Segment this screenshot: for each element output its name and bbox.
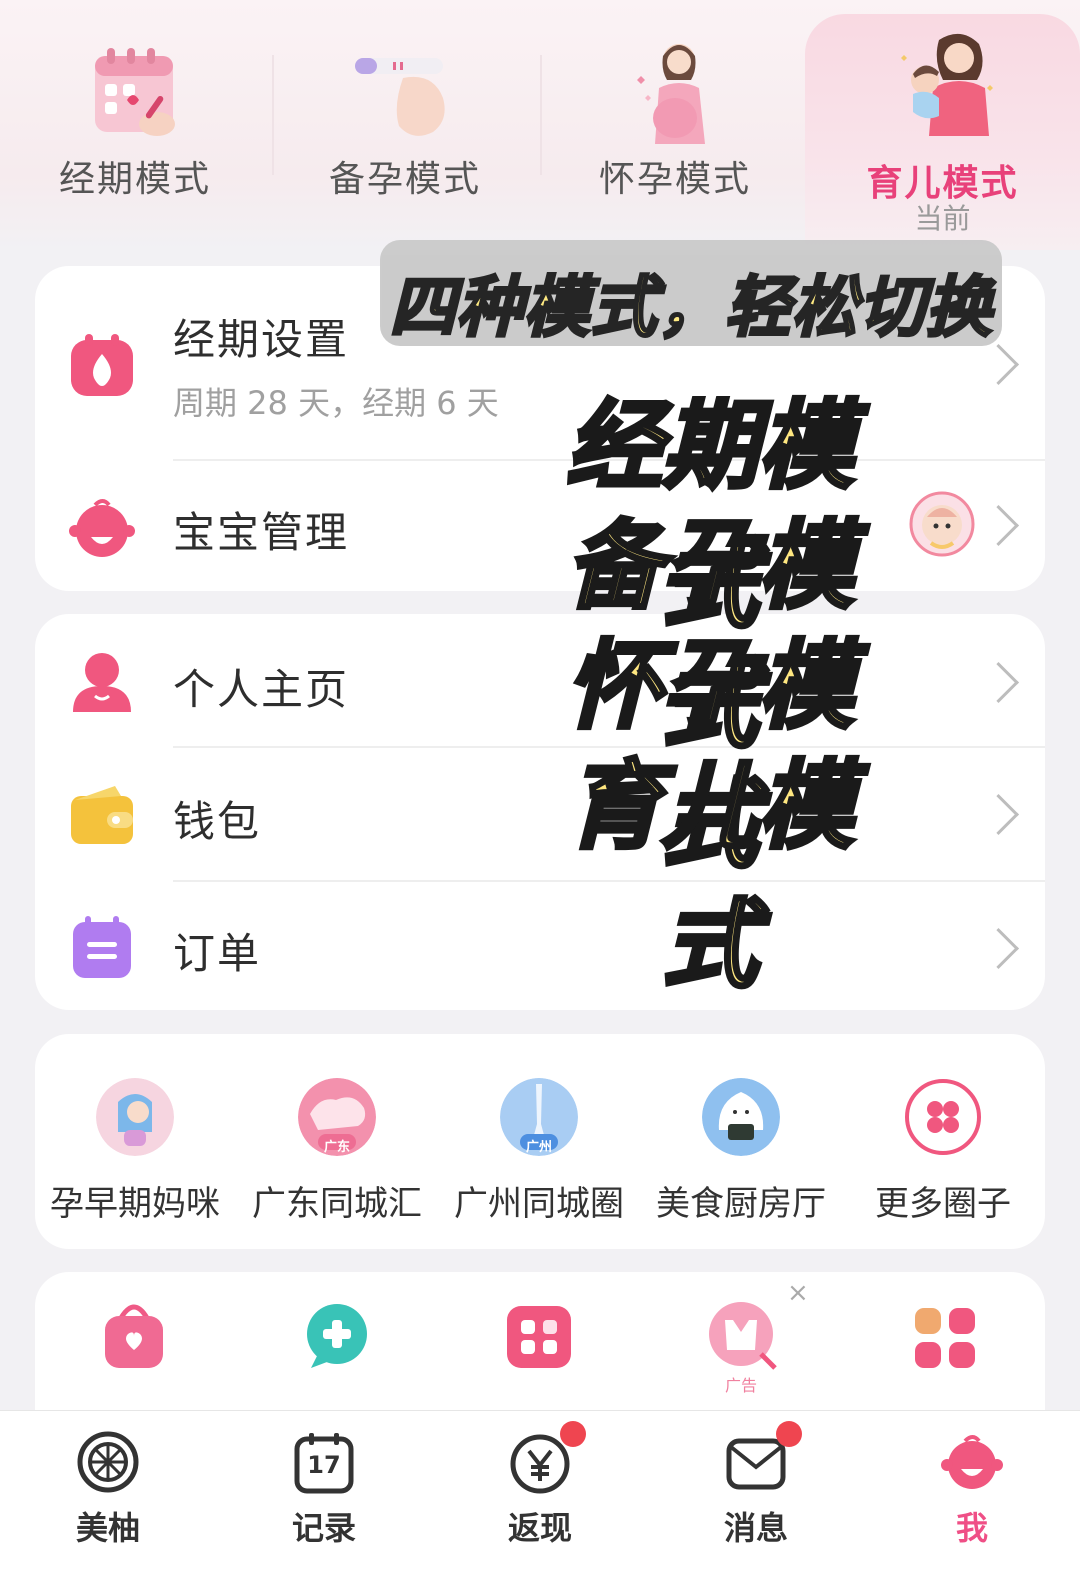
nav-label: 美柚 [75,1509,140,1547]
nav-messages[interactable]: 消息 [648,1411,864,1571]
chevron-right-icon [977,927,1020,970]
circles-card: 孕早期妈咪 广东同城汇 广东 广州同城圈 广州 美食厨房厅 更多圈子 [35,1034,1045,1249]
tab-period-mode[interactable]: 经期模式 [0,10,270,235]
chevron-right-icon [977,661,1020,704]
circle-name: 广州同城圈 [454,1184,624,1224]
more-services-icon[interactable] [913,1306,977,1370]
circle-name: 孕早期妈咪 [50,1184,220,1224]
mom-avatar-icon [96,1078,174,1156]
bottom-nav: 美柚 17 记录 返现 消息 我 [0,1410,1080,1571]
mode-label: 怀孕模式 [598,159,751,200]
test-stick-illustration-icon [355,58,445,136]
baby-management-title: 宝宝管理 [173,508,350,557]
doctor-chat-icon[interactable] [303,1302,371,1370]
mode-label: 经期模式 [58,159,211,200]
more-circles-icon [905,1079,981,1155]
close-ad-icon[interactable]: × [787,1278,809,1308]
order-list-icon [73,916,131,978]
shopping-bag-icon[interactable] [101,1300,167,1370]
grapefruit-icon [77,1431,139,1493]
calendar-illustration-icon [95,48,175,136]
orders-title: 订单 [173,929,262,978]
baby-avatar [909,491,975,557]
person-icon [73,653,131,712]
promo-banner-text: 四种模式，轻松切换 [388,268,993,348]
chevron-right-icon [977,504,1020,547]
nav-cashback[interactable]: 返现 [432,1411,648,1571]
nav-records[interactable]: 17 记录 [216,1411,432,1571]
wallet-title: 钱包 [173,797,262,846]
mode-switcher: 经期模式 备孕模式 怀孕模式 育儿模式 当前 [0,0,1080,250]
circle-badge: 广州 [525,1140,552,1155]
ad-label: 广告 [725,1376,758,1395]
mother-baby-illustration-icon [900,33,993,136]
nav-meiyou[interactable]: 美柚 [0,1411,216,1571]
promo-banner: 四种模式，轻松切换 [380,240,1002,348]
chevron-right-icon [977,343,1020,386]
notification-dot [560,1421,586,1447]
period-settings-desc: 周期 28 天，经期 6 天 [173,384,499,422]
wallet-icon [71,786,133,844]
circle-name: 广东同城汇 [252,1184,422,1224]
lingerie-ad-icon[interactable] [707,1300,779,1372]
period-drop-icon [71,334,133,396]
circle-name: 美食厨房厅 [656,1184,826,1224]
nav-me[interactable]: 我 [864,1411,1080,1571]
tab-pregnancy-mode[interactable]: 怀孕模式 [540,10,810,235]
overlay-label-parenting: 育儿模式 [564,748,856,1003]
nav-label: 记录 [291,1509,356,1547]
calendar-day: 17 [307,1451,341,1479]
nav-label: 消息 [723,1509,788,1547]
current-indicator: 当前 [914,202,971,235]
widgets-icon[interactable] [505,1304,573,1370]
period-settings-title: 经期设置 [173,315,350,364]
pregnant-woman-illustration-icon [637,44,705,144]
mode-label: 备孕模式 [328,159,481,200]
tab-prepregnancy-mode[interactable]: 备孕模式 [270,10,540,235]
chevron-right-icon [977,793,1020,836]
tab-parenting-mode[interactable]: 育儿模式 当前 [805,14,1080,250]
notification-dot [776,1421,802,1447]
profile-title: 个人主页 [173,665,350,714]
nav-label: 我 [955,1509,988,1547]
circle-name: 更多圈子 [875,1184,1011,1224]
baby-face-icon [69,499,135,557]
baby-face-icon [941,1435,1003,1489]
nav-label: 返现 [507,1509,572,1547]
circle-badge: 广东 [323,1140,350,1155]
rice-ball-icon [702,1078,780,1156]
